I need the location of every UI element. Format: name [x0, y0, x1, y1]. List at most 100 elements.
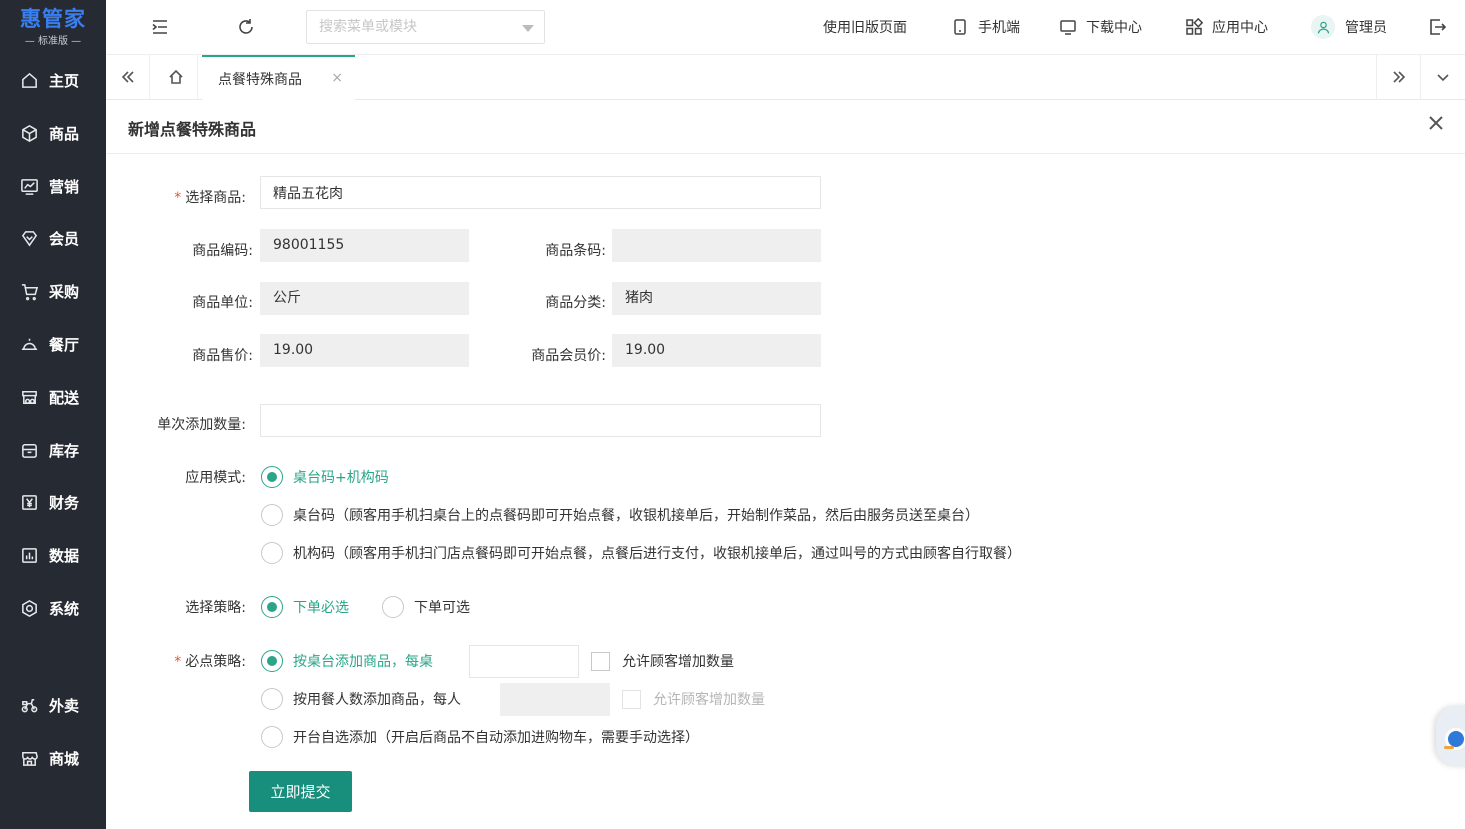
sidebar-item-products[interactable]: 商品: [0, 113, 106, 153]
menu-toggle-button[interactable]: [149, 16, 171, 38]
category-field: 猪肉: [612, 282, 821, 315]
allow-increase-checkbox-table[interactable]: 允许顾客增加数量: [591, 651, 734, 671]
member-price-field: 19.00: [612, 334, 821, 367]
close-form-button[interactable]: [1427, 114, 1447, 134]
radio-unchecked-icon: [261, 688, 283, 710]
truck-icon: [22, 390, 37, 404]
logout-button[interactable]: [1426, 16, 1448, 38]
quantity-label: 单次添加数量:: [157, 417, 246, 433]
cart-icon: [21, 283, 39, 300]
must-radio-self-select[interactable]: 开台自选添加（开启后商品不自动添加进购物车，需要手动选择）: [261, 726, 699, 748]
tabs-scroll-right-button[interactable]: [1376, 55, 1420, 99]
user-menu[interactable]: 管理员: [1311, 15, 1387, 39]
settings-icon: [22, 599, 37, 617]
mode-radio-both[interactable]: 桌台码+机构码: [261, 466, 389, 488]
tabs-menu-button[interactable]: [1420, 55, 1464, 99]
sidebar-item-takeout[interactable]: 外卖: [0, 685, 106, 725]
assistant-robot-icon[interactable]: [1436, 706, 1465, 766]
sidebar-item-members[interactable]: 会员: [0, 218, 106, 258]
form-header: 新增点餐特殊商品: [106, 100, 1465, 154]
mode-label: 应用模式:: [185, 470, 246, 486]
menu-search-input[interactable]: [307, 11, 544, 43]
refresh-button[interactable]: [235, 16, 257, 38]
chevron-down-icon[interactable]: [522, 25, 534, 32]
double-chevron-right-icon: [1392, 71, 1405, 83]
product-select-input[interactable]: [260, 176, 821, 209]
radio-checked-icon: [261, 596, 283, 618]
home-icon: [22, 72, 37, 88]
member-price-label: 商品会员价:: [531, 348, 606, 364]
close-icon[interactable]: ×: [331, 70, 343, 86]
barcode-field: [612, 229, 821, 262]
refresh-icon: [239, 19, 253, 34]
sidebar-item-data[interactable]: 数据: [0, 535, 106, 575]
code-field: 98001155: [260, 229, 469, 262]
download-center-link[interactable]: 下载中心: [1059, 17, 1142, 37]
diamond-icon: [21, 230, 38, 246]
logout-icon: [1430, 19, 1447, 35]
radio-unchecked-icon: [382, 596, 404, 618]
sidebar-item-inventory[interactable]: 库存: [0, 430, 106, 470]
radio-unchecked-icon: [261, 504, 283, 526]
sidebar-item-restaurant[interactable]: 餐厅: [0, 324, 106, 364]
unit-field: 公斤: [260, 282, 469, 315]
submit-button[interactable]: 立即提交: [249, 771, 352, 812]
tab-special-products[interactable]: 点餐特殊商品 ×: [202, 55, 355, 100]
quantity-input[interactable]: [260, 404, 821, 437]
store-icon: [22, 751, 38, 766]
sidebar-item-marketing[interactable]: 营销: [0, 166, 106, 206]
sidebar-item-delivery[interactable]: 配送: [0, 377, 106, 417]
page-title: 新增点餐特殊商品: [128, 120, 257, 139]
strategy-label: 选择策略:: [185, 600, 246, 616]
phone-icon: [954, 19, 966, 35]
unit-label: 商品单位:: [192, 295, 253, 311]
price-label: 商品售价:: [192, 348, 253, 364]
sidebar: 惠管家 — 标准版 — 主页 商品 营销 会员 采购 餐厅 配送 库存 财务 数…: [0, 0, 106, 829]
radio-checked-icon: [261, 466, 283, 488]
must-radio-per-table[interactable]: 按桌台添加商品，每桌: [261, 650, 433, 672]
inventory-icon: [22, 443, 37, 458]
home-icon: [168, 69, 183, 84]
per-person-quantity-input: [500, 683, 610, 716]
sidebar-item-home[interactable]: 主页: [0, 60, 106, 100]
checkbox-icon: [622, 689, 641, 709]
old-version-link[interactable]: 使用旧版页面: [823, 17, 907, 37]
code-label: 商品编码:: [192, 243, 253, 259]
product-label: * 选择商品:: [174, 190, 246, 206]
logo-text: 惠管家: [20, 6, 86, 31]
tabs-scroll-left-button[interactable]: [106, 55, 150, 99]
app-center-link[interactable]: 应用中心: [1185, 17, 1268, 37]
strategy-radio-required[interactable]: 下单必选: [261, 596, 349, 618]
barcode-label: 商品条码:: [545, 243, 606, 259]
apps-icon: [1186, 18, 1203, 35]
must-order-label: * 必点策略:: [174, 654, 246, 670]
strategy-radio-optional[interactable]: 下单可选: [382, 596, 470, 618]
menu-search[interactable]: [306, 10, 545, 44]
mobile-link[interactable]: 手机端: [951, 17, 1020, 37]
price-field: 19.00: [260, 334, 469, 367]
mode-radio-store-code[interactable]: 机构码（顾客用手机扫门店点餐码即可开始点餐，点餐后进行支付，收银机接单后，通过叫…: [261, 542, 1021, 564]
user-icon: [1317, 21, 1329, 33]
sidebar-item-mall[interactable]: 商城: [0, 738, 106, 778]
edition-label: 标准版: [38, 35, 68, 47]
per-table-quantity-input[interactable]: [469, 645, 579, 678]
radio-unchecked-icon: [261, 726, 283, 748]
menu-fold-icon: [152, 20, 167, 34]
top-bar: 使用旧版页面 手机端 下载中心 应用中心 管理员: [106, 0, 1465, 55]
radio-unchecked-icon: [261, 542, 283, 564]
tabs-bar: 点餐特殊商品 ×: [106, 55, 1465, 100]
sidebar-item-finance[interactable]: 财务: [0, 482, 106, 522]
category-label: 商品分类:: [545, 295, 606, 311]
logo[interactable]: 惠管家 — 标准版 —: [0, 0, 106, 54]
chart-icon: [21, 178, 38, 195]
yen-icon: [22, 494, 37, 510]
close-icon: [1429, 116, 1443, 130]
sidebar-item-purchase[interactable]: 采购: [0, 271, 106, 311]
home-tab-button[interactable]: [154, 55, 198, 99]
chevron-down-icon: [1436, 74, 1449, 82]
double-chevron-left-icon: [121, 71, 134, 83]
monitor-icon: [1060, 20, 1076, 35]
mode-radio-table-code[interactable]: 桌台码（顾客用手机扫桌台上的点餐码即可开始点餐，收银机接单后，开始制作菜品，然后…: [261, 504, 979, 526]
must-radio-per-person[interactable]: 按用餐人数添加商品，每人: [261, 688, 461, 710]
sidebar-item-system[interactable]: 系统: [0, 588, 106, 628]
